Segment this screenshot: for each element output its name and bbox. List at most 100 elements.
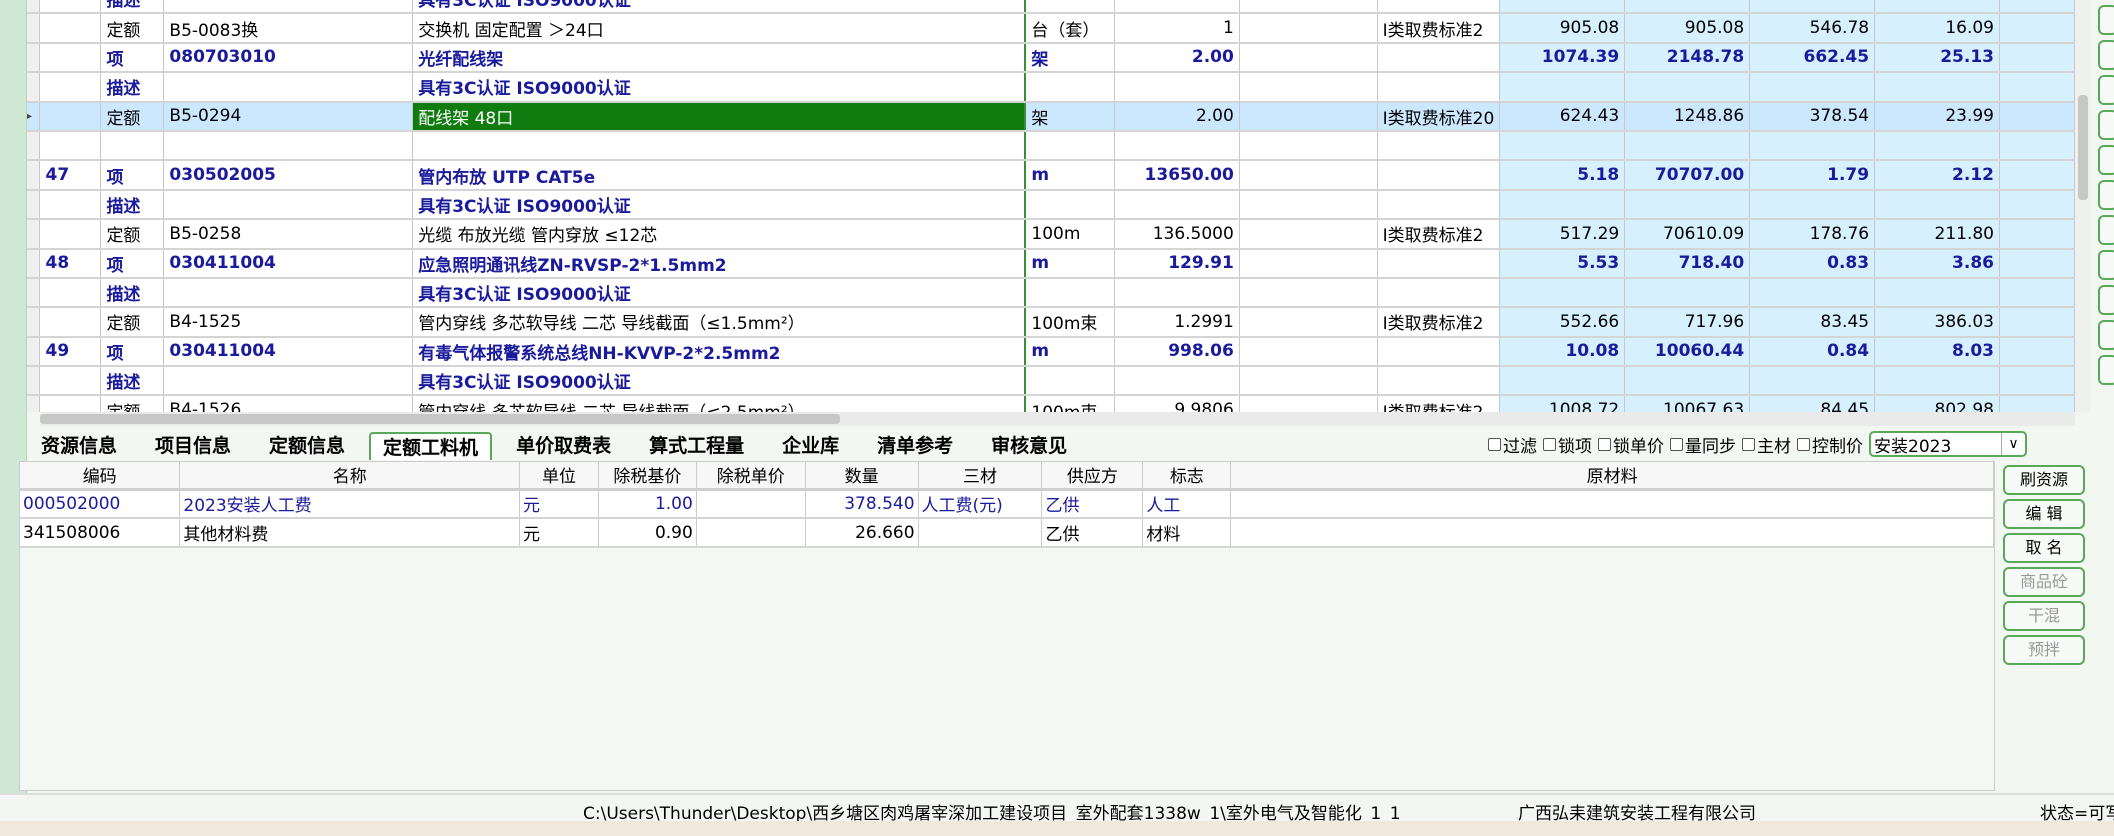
cell-labor-cost[interactable] <box>1749 189 1876 221</box>
cell-unit-price[interactable]: 5.18 <box>1499 160 1626 191</box>
cell-blank[interactable] <box>1239 72 1378 103</box>
cell-machine-cost[interactable]: 23.99 <box>1874 101 2000 132</box>
cell-row-number[interactable] <box>39 307 102 338</box>
cell-name[interactable]: 光纤配线架 <box>412 42 1026 74</box>
cell-labor-cost[interactable]: 378.54 <box>1749 101 1876 132</box>
cell-machine-cost[interactable]: 25.13 <box>1874 42 2000 74</box>
cell-row-type[interactable]: 定额 <box>100 101 165 132</box>
cell-unit-price[interactable] <box>1499 0 1626 15</box>
cell-unit[interactable]: 100m束 <box>1024 395 1115 412</box>
resource-cell[interactable] <box>696 489 806 519</box>
cell-extra[interactable] <box>1999 130 2075 162</box>
cell-fee-standard[interactable] <box>1377 72 1501 103</box>
cell-row-type[interactable]: 描述 <box>100 366 165 397</box>
cell-extra[interactable] <box>1999 219 2075 250</box>
cell-unit[interactable]: m <box>1024 336 1115 368</box>
checkbox-icon[interactable] <box>1488 437 1501 451</box>
resource-cell[interactable] <box>1230 489 1994 519</box>
cell-quantity[interactable]: 129.91 <box>1114 248 1240 279</box>
cell-labor-cost[interactable]: 546.78 <box>1749 13 1876 44</box>
cell-row-type[interactable]: 描述 <box>100 189 165 221</box>
grid-row[interactable]: 项 080703010 光纤配线架架 2.00 1074.39 2148.78 662.45… <box>27 42 2075 74</box>
cell-name[interactable] <box>412 130 1026 162</box>
cell-row-number[interactable]: 48 <box>39 248 102 279</box>
cell-total-price[interactable]: 10067.63 <box>1624 395 1751 412</box>
toolbar-button[interactable] <box>2098 215 2114 245</box>
cell-fee-standard[interactable]: Ⅰ类取费标准2 <box>1377 395 1501 412</box>
cell-row-number[interactable] <box>39 13 102 44</box>
cell-code[interactable]: B5-0294 <box>163 101 414 132</box>
resource-cell[interactable]: 000502000 <box>20 489 181 519</box>
cell-row-number[interactable] <box>39 395 102 412</box>
cell-quantity[interactable]: 1 <box>1114 13 1240 44</box>
cell-unit[interactable]: 100m <box>1024 219 1115 250</box>
column-header[interactable]: 数量 <box>805 462 919 491</box>
resource-cell[interactable] <box>918 518 1043 548</box>
cell-quantity[interactable]: 2.00 <box>1114 42 1240 74</box>
cell-machine-cost[interactable] <box>1874 130 2000 162</box>
cell-labor-cost[interactable] <box>1749 277 1876 309</box>
cell-name[interactable]: 具有3C认证 ISO9000认证 <box>412 277 1026 309</box>
resource-cell[interactable]: 元 <box>519 518 599 548</box>
resource-cell[interactable]: 乙供 <box>1041 489 1144 519</box>
cell-fee-standard[interactable] <box>1377 189 1501 221</box>
cell-blank[interactable] <box>1239 189 1378 221</box>
cell-blank[interactable] <box>1239 248 1378 279</box>
cell-row-type[interactable]: 项 <box>100 42 165 74</box>
cell-name[interactable]: 具有3C认证 ISO9000认证 <box>412 189 1026 221</box>
cell-machine-cost[interactable] <box>1874 72 2000 103</box>
cell-code[interactable] <box>163 189 414 221</box>
cell-total-price[interactable]: 1248.86 <box>1624 101 1751 132</box>
checkbox-option[interactable]: 锁单价 <box>1598 432 1664 457</box>
cell-fee-standard[interactable]: Ⅰ类取费标准2 <box>1377 219 1501 250</box>
cell-name[interactable]: 管内布放 UTP CAT5e <box>412 160 1026 191</box>
cell-extra[interactable] <box>1999 277 2075 309</box>
cell-quantity[interactable] <box>1114 277 1240 309</box>
resource-row[interactable]: 000502000 2023安装人工费元 1.00 378.540 人工费(元) 乙供 人工 <box>20 489 1994 519</box>
cell-quantity[interactable]: 9.9806 <box>1114 395 1240 412</box>
cell-total-price[interactable]: 70707.00 <box>1624 160 1751 191</box>
cell-fee-standard[interactable] <box>1377 277 1501 309</box>
toolbar-button[interactable] <box>2098 250 2114 280</box>
resource-cell[interactable]: 人工费(元) <box>918 489 1043 519</box>
cell-unit[interactable] <box>1024 72 1115 103</box>
resource-cell[interactable]: 其他材料费 <box>179 518 521 548</box>
cell-row-number[interactable] <box>39 277 102 309</box>
cell-quantity[interactable]: 2.00 <box>1114 101 1240 132</box>
cell-fee-standard[interactable]: Ⅰ类取费标准20 <box>1377 101 1501 132</box>
grid-row[interactable]: 定额 B4-1525 管内穿线 多芯软导线 二芯 导线截面（≤1.5mm²） 100m… <box>27 307 2075 338</box>
vertical-scrollbar[interactable] <box>2075 0 2091 412</box>
column-header[interactable]: 三材 <box>918 462 1043 491</box>
cell-row-type[interactable]: 定额 <box>100 307 165 338</box>
cell-unit-price[interactable]: 1074.39 <box>1499 42 1626 74</box>
toolbar-button[interactable] <box>2098 110 2114 140</box>
cell-name[interactable]: 配线架 48口 <box>412 101 1026 132</box>
cell-unit-price[interactable]: 10.08 <box>1499 336 1626 368</box>
cell-labor-cost[interactable]: 84.45 <box>1749 395 1876 412</box>
cell-code[interactable] <box>163 277 414 309</box>
grid-row[interactable]: 描述 具有3C认证 ISO9000认证 <box>27 366 2075 397</box>
cell-unit-price[interactable]: 905.08 <box>1499 13 1626 44</box>
cell-total-price[interactable] <box>1624 130 1751 162</box>
cell-quantity[interactable]: 998.06 <box>1114 336 1240 368</box>
cell-quantity[interactable] <box>1114 130 1240 162</box>
cell-machine-cost[interactable]: 802.98 <box>1874 395 2000 412</box>
cell-row-number[interactable]: 47 <box>39 160 102 191</box>
cell-code[interactable] <box>163 0 414 15</box>
side-button-3[interactable]: 商品砼 <box>2003 567 2085 597</box>
cell-labor-cost[interactable] <box>1749 130 1876 162</box>
cell-code[interactable]: B5-0083换 <box>163 13 414 44</box>
toolbar-button[interactable] <box>2098 180 2114 210</box>
checkbox-option[interactable]: 过滤 <box>1488 432 1537 457</box>
cell-quantity[interactable] <box>1114 72 1240 103</box>
cell-blank[interactable] <box>1239 366 1378 397</box>
cell-blank[interactable] <box>1239 277 1378 309</box>
cell-total-price[interactable] <box>1624 72 1751 103</box>
cell-blank[interactable] <box>1239 130 1378 162</box>
cell-code[interactable]: 030502005 <box>163 160 414 191</box>
cell-unit[interactable]: m <box>1024 248 1115 279</box>
cell-blank[interactable] <box>1239 13 1378 44</box>
cell-unit-price[interactable] <box>1499 72 1626 103</box>
side-button-1[interactable]: 编 辑 <box>2003 499 2085 529</box>
toolbar-button[interactable] <box>2098 75 2114 105</box>
